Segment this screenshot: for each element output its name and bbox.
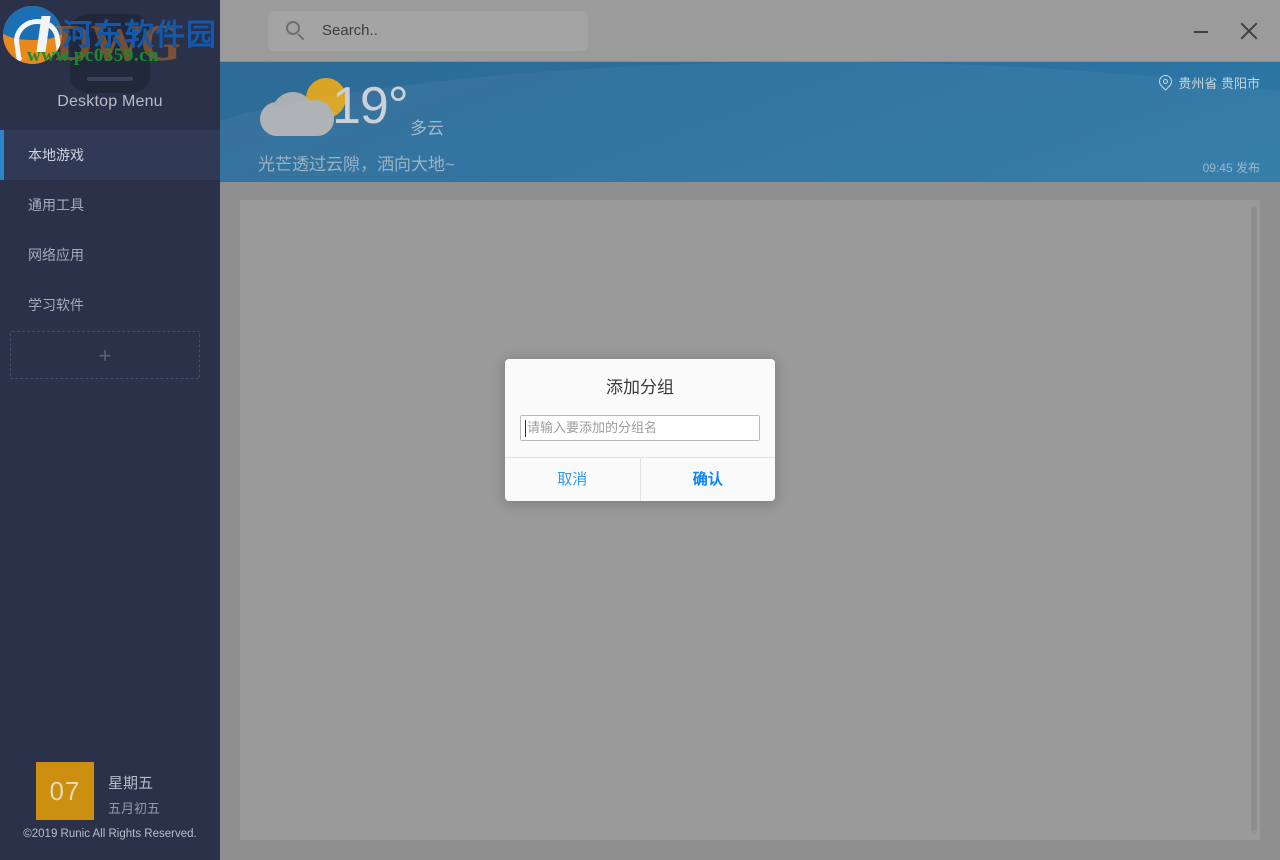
titlebar: Search.. xyxy=(220,0,1280,62)
confirm-button[interactable]: 确认 xyxy=(639,458,776,501)
brand-header: Desktop Menu DWG 河东软件园 www.pc0359.cn xyxy=(0,0,220,130)
date-badge: 07 xyxy=(36,762,94,820)
weather-temperature: 19° xyxy=(332,77,409,135)
weather-location-label: 贵州省 贵阳市 xyxy=(1178,76,1260,91)
search-input[interactable]: Search.. xyxy=(268,11,588,51)
group-name-input[interactable]: 请输入要添加的分组名 xyxy=(520,415,760,441)
group-name-placeholder: 请输入要添加的分组名 xyxy=(527,420,658,435)
sidebar-item-label: 学习软件 xyxy=(28,297,84,313)
minimize-button[interactable] xyxy=(1184,14,1218,48)
scrollbar-thumb[interactable] xyxy=(1251,206,1257,831)
map-pin-icon xyxy=(1159,75,1172,91)
close-button[interactable] xyxy=(1232,14,1266,48)
weather-condition: 多云 xyxy=(410,119,444,138)
cancel-button[interactable]: 取消 xyxy=(505,458,640,501)
sidebar-item-learning-software[interactable]: 学习软件 xyxy=(0,280,220,330)
sidebar: Desktop Menu DWG 河东软件园 www.pc0359.cn 本地游… xyxy=(0,0,220,860)
app-window: Desktop Menu DWG 河东软件园 www.pc0359.cn 本地游… xyxy=(0,0,1280,860)
sidebar-item-label: 本地游戏 xyxy=(28,147,84,163)
scrollbar-track[interactable] xyxy=(1251,206,1257,834)
content-area xyxy=(220,182,1280,860)
sidebar-item-label: 网络应用 xyxy=(28,247,84,263)
date-day-number: 07 xyxy=(49,775,81,806)
dialog-actions: 取消 确认 xyxy=(505,457,775,501)
sidebar-nav: 本地游戏 通用工具 网络应用 学习软件 xyxy=(0,130,220,330)
copyright-text: ©2019 Runic All Rights Reserved. xyxy=(23,828,197,840)
search-icon xyxy=(286,21,306,41)
add-group-button[interactable]: + xyxy=(10,331,200,379)
brand-title: Desktop Menu xyxy=(57,93,163,110)
date-weekday: 星期五 xyxy=(108,775,154,792)
dialog-title: 添加分组 xyxy=(606,378,674,397)
weather-location: 贵州省 贵阳市 xyxy=(1159,73,1260,92)
search-placeholder: Search.. xyxy=(322,22,378,39)
text-caret xyxy=(525,420,526,437)
date-lunar: 五月初五 xyxy=(108,801,161,816)
sidebar-item-network-apps[interactable]: 网络应用 xyxy=(0,230,220,280)
weather-banner: 19° 多云 光芒透过云隙，洒向大地~ 贵州省 贵阳市 09:45 发布 xyxy=(220,62,1280,182)
add-group-dialog: 添加分组 请输入要添加的分组名 取消 确认 xyxy=(505,359,775,501)
sidebar-item-general-tools[interactable]: 通用工具 xyxy=(0,180,220,230)
watermark-site-url: www.pc0359.cn xyxy=(27,45,160,66)
sidebar-item-label: 通用工具 xyxy=(28,197,84,213)
app-grid-panel xyxy=(240,200,1260,840)
weather-phrase: 光芒透过云隙，洒向大地~ xyxy=(258,155,455,174)
weather-publish-time: 09:45 发布 xyxy=(1202,161,1260,175)
sidebar-item-local-games[interactable]: 本地游戏 xyxy=(0,130,220,180)
plus-icon: + xyxy=(98,343,112,368)
